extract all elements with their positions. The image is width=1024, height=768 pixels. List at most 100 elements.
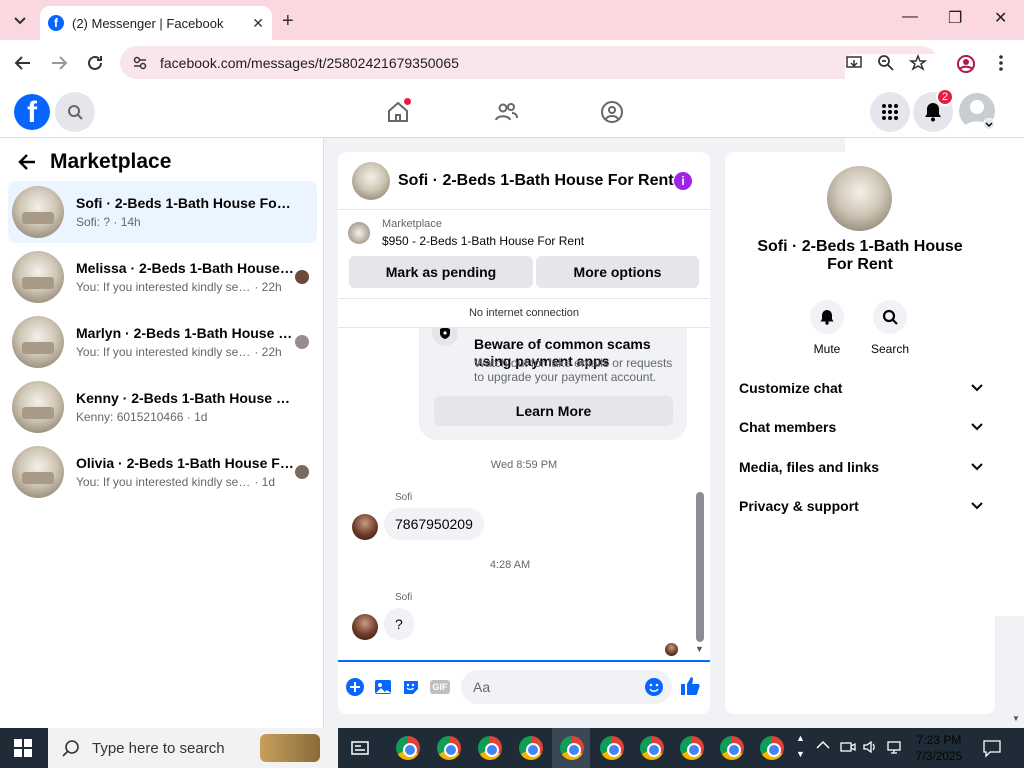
emoji-icon[interactable] xyxy=(645,678,663,696)
search-action[interactable]: Search xyxy=(871,300,913,356)
tab-search-icon[interactable] xyxy=(10,10,30,30)
chrome-taskbar-icon[interactable] xyxy=(478,736,502,760)
chrome-taskbar-icon[interactable] xyxy=(600,736,624,760)
task-view-icon[interactable] xyxy=(350,738,370,758)
clock-time: 7:23 PM xyxy=(916,733,962,747)
gif-icon[interactable]: GIF xyxy=(430,680,450,694)
scroll-down-icon[interactable]: ▼ xyxy=(695,644,704,654)
panel-title: Marketplace xyxy=(50,150,172,173)
sender-name: Sofi xyxy=(395,492,413,503)
new-tab-icon[interactable]: + xyxy=(282,10,294,33)
taskbar-search-box[interactable]: Type here to search xyxy=(48,728,338,768)
chrome-taskbar-icon[interactable] xyxy=(640,736,664,760)
conversation-time: 1d xyxy=(194,410,208,424)
chevron-down-icon xyxy=(971,423,983,431)
listing-thumbnail xyxy=(12,446,64,498)
chat-profile-avatar[interactable] xyxy=(827,166,892,231)
chrome-taskbar-icon[interactable] xyxy=(396,736,420,760)
chat-header: Sofi · 2-Beds 1-Bath House For Rent i xyxy=(338,152,710,210)
section-privacy-support[interactable]: Privacy & support xyxy=(739,498,983,514)
search-label: Search xyxy=(870,342,910,356)
chrome-taskbar-icon[interactable] xyxy=(560,736,584,760)
mute-action[interactable]: Mute xyxy=(810,300,850,356)
conversation-title: Marlyn · 2-Beds 1-Bath House F... xyxy=(76,325,296,341)
marketplace-listing[interactable]: Marketplace $950 - 2-Beds 1-Bath House F… xyxy=(348,218,584,248)
camera-icon[interactable] xyxy=(840,739,856,755)
more-actions-plus-icon[interactable] xyxy=(346,678,364,696)
section-label: Chat members xyxy=(739,419,837,435)
friends-icon[interactable] xyxy=(494,100,518,124)
address-bar[interactable]: facebook.com/messages/t/2580242167935006… xyxy=(120,46,1024,616)
maximize-icon[interactable]: ❐ xyxy=(948,8,962,28)
page-scroll-down-icon[interactable]: ▼ xyxy=(1012,714,1020,723)
show-hidden-icons-icon[interactable] xyxy=(816,740,830,750)
learn-more-button[interactable]: Learn More xyxy=(434,396,673,426)
profile-icon[interactable] xyxy=(956,54,976,74)
listing-thumbnail xyxy=(12,381,64,433)
groups-icon[interactable] xyxy=(600,100,624,124)
chrome-taskbar-icon[interactable] xyxy=(437,736,461,760)
chat-info-title: Sofi · 2-Beds 1-Bath House For Rent xyxy=(757,238,963,273)
chrome-taskbar-icon[interactable] xyxy=(519,736,543,760)
conversation-item[interactable]: Marlyn · 2-Beds 1-Bath House F... You: I… xyxy=(8,311,317,373)
browser-tab[interactable]: f (2) Messenger | Facebook ✕ xyxy=(40,6,272,40)
tab-close-icon[interactable]: ✕ xyxy=(252,15,264,32)
section-customize-chat[interactable]: Customize chat xyxy=(739,380,983,396)
notification-center-icon[interactable] xyxy=(982,738,1002,758)
system-clock[interactable]: 7:23 PM 7/3/2025 xyxy=(900,732,978,764)
chat-title[interactable]: Sofi · 2-Beds 1-Bath House For Rent xyxy=(398,172,674,190)
search-highlight-icon xyxy=(260,734,320,762)
chevron-down-icon xyxy=(971,463,983,471)
sender-avatar[interactable] xyxy=(352,614,378,640)
facebook-logo-icon[interactable]: f xyxy=(14,94,50,130)
browser-menu-icon[interactable] xyxy=(998,54,1004,72)
section-chat-members[interactable]: Chat members xyxy=(739,419,983,435)
conversation-title: Olivia · 2-Beds 1-Bath House For... xyxy=(76,455,296,471)
timestamp: Wed 8:59 PM xyxy=(490,459,558,471)
chrome-taskbar-icon[interactable] xyxy=(760,736,784,760)
message-input[interactable]: Aa xyxy=(461,670,672,704)
seen-avatar xyxy=(295,270,309,284)
sticker-icon[interactable] xyxy=(402,678,420,696)
conversation-preview: You: If you interested kindly send ... xyxy=(76,475,251,489)
chat-avatar[interactable] xyxy=(352,161,390,200)
fb-search-icon[interactable] xyxy=(55,92,95,132)
conversation-item[interactable]: Olivia · 2-Beds 1-Bath House For... You:… xyxy=(8,441,317,503)
windows-start-icon[interactable] xyxy=(14,739,32,757)
message-bubble[interactable]: ? xyxy=(384,608,414,640)
menu-grid-icon[interactable] xyxy=(870,92,910,132)
chrome-taskbar-icon[interactable] xyxy=(720,736,744,760)
conversation-item[interactable]: Melissa · 2-Beds 1-Bath House F... You: … xyxy=(8,246,317,308)
photo-icon[interactable] xyxy=(374,678,392,696)
window-close-icon[interactable]: ✕ xyxy=(994,8,1007,28)
site-info-icon[interactable] xyxy=(132,55,148,71)
tab-title: (2) Messenger | Facebook xyxy=(72,15,224,31)
chat-info-panel: Sofi · 2-Beds 1-Bath House For Rent Mute… xyxy=(725,152,995,714)
home-notification-dot xyxy=(404,98,411,105)
minimize-icon[interactable]: — xyxy=(902,8,918,26)
conversation-item[interactable]: Sofi · 2-Beds 1-Bath House For Rent Sofi… xyxy=(8,181,317,243)
conversation-preview: You: If you interested kindly send ... xyxy=(76,345,251,359)
sender-avatar[interactable] xyxy=(352,514,378,540)
forward-icon[interactable] xyxy=(50,54,68,72)
volume-icon[interactable] xyxy=(862,739,878,755)
marketplace-label: Marketplace xyxy=(382,218,442,230)
section-label: Customize chat xyxy=(739,380,843,396)
like-thumb-icon[interactable] xyxy=(680,676,700,696)
taskbar-scroll-icon[interactable]: ▲ ▼ xyxy=(796,730,805,762)
chrome-taskbar-icon[interactable] xyxy=(680,736,704,760)
message-bubble[interactable]: 7867950209 xyxy=(384,508,484,540)
listing-thumbnail xyxy=(12,251,64,303)
conversation-item[interactable]: Kenny · 2-Beds 1-Bath House For R... Ken… xyxy=(8,376,317,438)
read-receipt-avatar xyxy=(665,643,678,656)
account-chevron-icon[interactable] xyxy=(983,118,995,130)
info-icon[interactable]: i xyxy=(674,172,692,190)
clock-date: 7/3/2025 xyxy=(915,749,963,763)
more-options-button[interactable]: More options xyxy=(536,256,699,288)
back-arrow-icon[interactable] xyxy=(18,153,36,171)
mark-as-pending-button[interactable]: Mark as pending xyxy=(349,256,533,288)
back-icon[interactable] xyxy=(14,54,32,72)
section-media-files-links[interactable]: Media, files and links xyxy=(739,459,983,475)
reload-icon[interactable] xyxy=(86,54,104,72)
chat-scrollbar[interactable] xyxy=(696,492,704,642)
